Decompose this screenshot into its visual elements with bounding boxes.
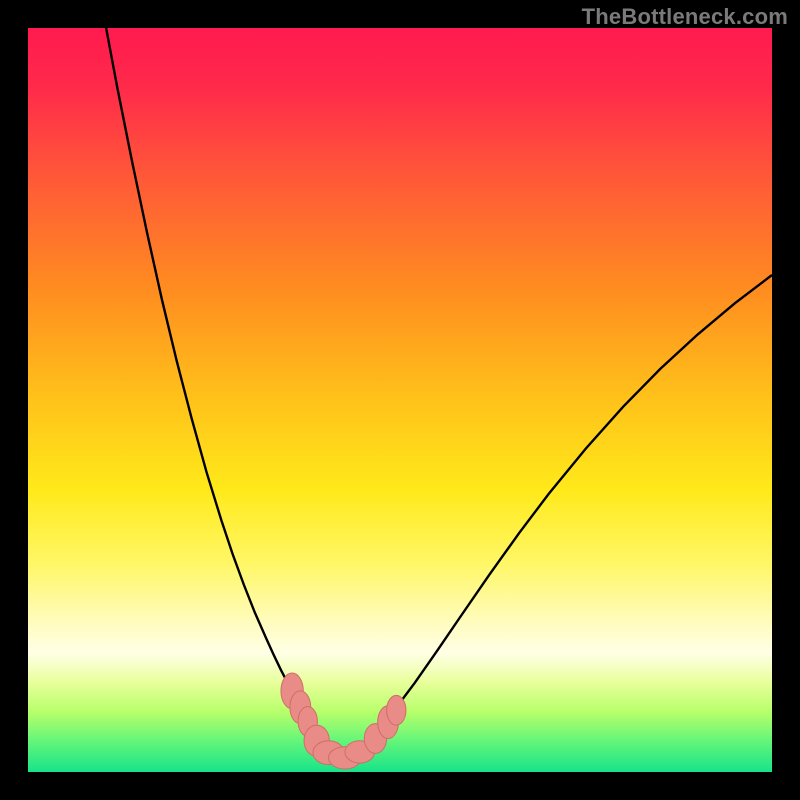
plot-area [28,28,772,772]
marker-9 [387,695,406,725]
bottleneck-chart [28,28,772,772]
gradient-background [28,28,772,772]
outer-frame: TheBottleneck.com [0,0,800,800]
watermark-text: TheBottleneck.com [582,4,788,30]
